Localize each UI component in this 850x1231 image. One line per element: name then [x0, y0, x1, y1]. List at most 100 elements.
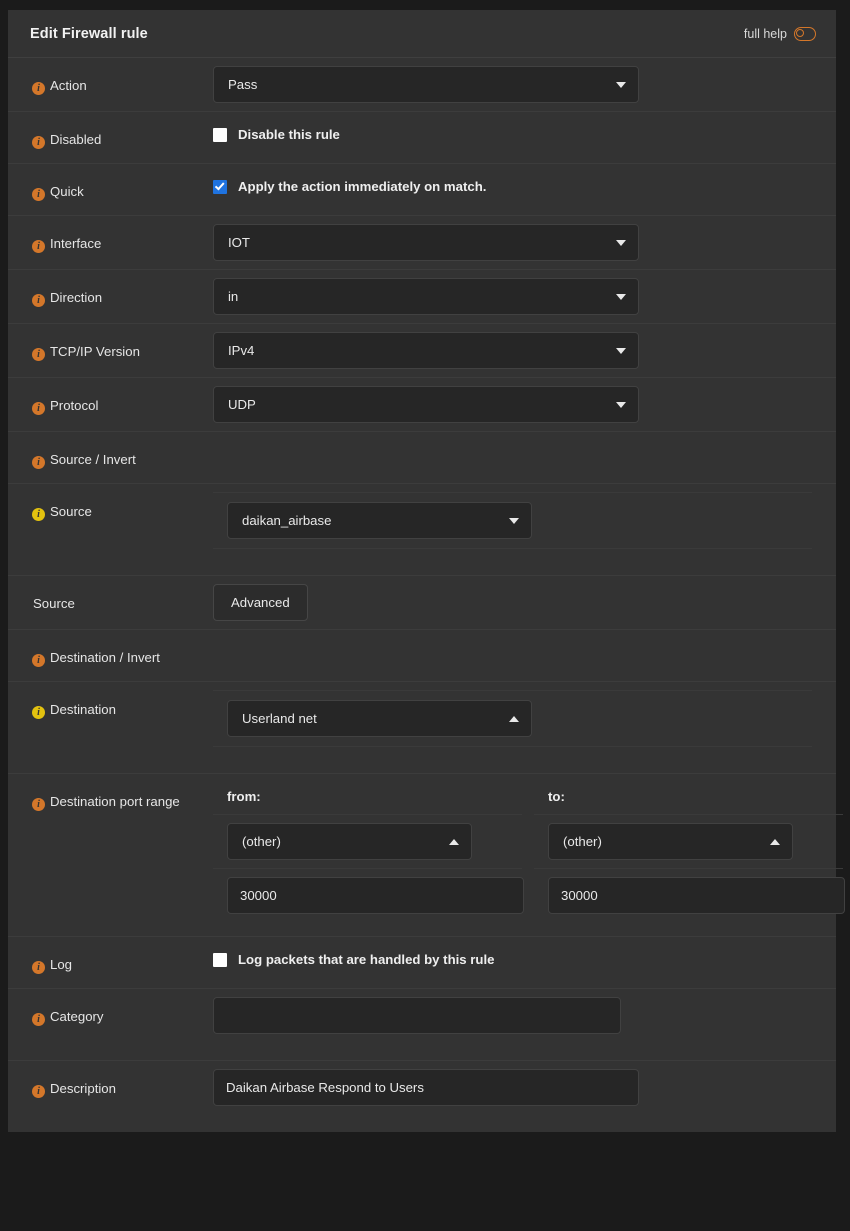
port-from-input[interactable]: 30000	[227, 877, 524, 914]
row-source-advanced: Source Advanced	[8, 576, 836, 630]
protocol-select[interactable]: UDP	[213, 386, 639, 423]
port-range-grid: from: (other) 30000 to: (other) 30000	[213, 782, 845, 918]
info-icon[interactable]: i	[32, 1013, 45, 1026]
label-quick-text: Quick	[50, 184, 84, 199]
label-source-invert-text: Source / Invert	[50, 452, 136, 467]
log-checkbox-label: Log packets that are handled by this rul…	[238, 952, 495, 967]
row-tcpip-version: i TCP/IP Version IPv4	[8, 324, 836, 378]
row-description: i Description Daikan Airbase Respond to U…	[8, 1061, 836, 1132]
chevron-up-icon	[449, 838, 459, 845]
row-source-invert: i Source / Invert	[8, 432, 836, 484]
field-destination: Userland net	[213, 682, 836, 773]
info-icon[interactable]: i	[32, 294, 45, 307]
field-tcpip-version: IPv4	[213, 324, 836, 377]
label-category: i Category	[8, 989, 213, 1038]
source-select-value: daikan_airbase	[242, 513, 332, 528]
quick-checkbox[interactable]	[213, 179, 227, 194]
port-from-select[interactable]: (other)	[227, 823, 472, 860]
chevron-down-icon	[616, 81, 626, 88]
category-input[interactable]	[213, 997, 621, 1034]
port-to-select[interactable]: (other)	[548, 823, 793, 860]
row-source: i Source daikan_airbase	[8, 484, 836, 576]
info-icon[interactable]: i	[32, 961, 45, 974]
edit-firewall-rule-panel: Edit Firewall rule full help i Action Pas…	[8, 10, 845, 1132]
field-action: Pass	[213, 58, 836, 111]
log-checkbox-row: Log packets that are handled by this rul…	[213, 945, 822, 967]
source-select[interactable]: daikan_airbase	[227, 502, 532, 539]
field-description: Daikan Airbase Respond to Users	[213, 1061, 836, 1132]
label-source-advanced: Source	[8, 576, 213, 625]
label-protocol: i Protocol	[8, 378, 213, 427]
destination-select-wrapper: Userland net	[213, 690, 812, 747]
row-disabled: i Disabled Disable this rule	[8, 112, 836, 164]
chevron-down-icon	[509, 517, 519, 524]
toggle-off-icon[interactable]	[794, 26, 816, 41]
disable-rule-checkbox-label: Disable this rule	[238, 127, 340, 142]
panel-header: Edit Firewall rule full help	[8, 10, 836, 58]
full-help-control[interactable]: full help	[743, 26, 816, 41]
label-destination-invert-text: Destination / Invert	[50, 650, 160, 665]
label-source: i Source	[8, 484, 213, 533]
label-tcpip-version: i TCP/IP Version	[8, 324, 213, 373]
row-destination: i Destination Userland net	[8, 682, 836, 774]
port-from-select-value: (other)	[242, 834, 281, 849]
chevron-down-icon	[616, 239, 626, 246]
port-from-input-wrapper: 30000	[213, 869, 524, 918]
info-icon[interactable]: i	[32, 348, 45, 361]
label-disabled-text: Disabled	[50, 132, 102, 147]
direction-select-value: in	[228, 289, 239, 304]
tcpip-version-select[interactable]: IPv4	[213, 332, 639, 369]
label-tcpip-version-text: TCP/IP Version	[50, 344, 140, 359]
port-from-select-wrapper: (other)	[213, 814, 522, 869]
quick-checkbox-row: Apply the action immediately on match.	[213, 172, 822, 194]
quick-checkbox-label: Apply the action immediately on match.	[238, 179, 487, 194]
info-icon[interactable]: i	[32, 402, 45, 415]
field-quick: Apply the action immediately on match.	[213, 164, 836, 202]
row-destination-invert: i Destination / Invert	[8, 630, 836, 682]
label-log: i Log	[8, 937, 213, 986]
info-icon[interactable]: i	[32, 508, 45, 521]
field-interface: IOT	[213, 216, 836, 269]
row-category: i Category	[8, 989, 836, 1061]
full-help-label: full help	[743, 26, 787, 41]
direction-select[interactable]: in	[213, 278, 639, 315]
page-title: Edit Firewall rule	[30, 25, 148, 42]
row-protocol: i Protocol UDP	[8, 378, 836, 432]
label-direction: i Direction	[8, 270, 213, 319]
info-icon[interactable]: i	[32, 82, 45, 95]
source-invert-checkbox-row	[213, 440, 822, 447]
info-icon[interactable]: i	[32, 798, 45, 811]
chevron-down-icon	[616, 347, 626, 354]
field-source: daikan_airbase	[213, 484, 836, 575]
port-range-from-column: from: (other) 30000	[213, 782, 524, 918]
tcpip-version-select-value: IPv4	[228, 343, 255, 358]
label-interface-text: Interface	[50, 236, 102, 251]
field-protocol: UDP	[213, 378, 836, 431]
chevron-up-icon	[770, 838, 780, 845]
info-icon[interactable]: i	[32, 188, 45, 201]
chevron-down-icon	[616, 293, 626, 300]
description-input[interactable]: Daikan Airbase Respond to Users	[213, 1069, 639, 1106]
action-select[interactable]: Pass	[213, 66, 639, 103]
info-icon[interactable]: i	[32, 136, 45, 149]
field-source-advanced: Advanced	[213, 576, 836, 629]
info-icon[interactable]: i	[32, 456, 45, 469]
chevron-up-icon	[509, 715, 519, 722]
source-advanced-button[interactable]: Advanced	[213, 584, 308, 621]
disable-rule-checkbox[interactable]	[213, 127, 227, 142]
info-icon[interactable]: i	[32, 1085, 45, 1098]
info-icon[interactable]: i	[32, 240, 45, 253]
interface-select[interactable]: IOT	[213, 224, 639, 261]
log-checkbox[interactable]	[213, 952, 227, 967]
port-to-input-wrapper: 30000	[534, 869, 845, 918]
info-icon[interactable]: i	[32, 706, 45, 719]
label-source-invert: i Source / Invert	[8, 432, 213, 481]
destination-invert-checkbox-row	[213, 638, 822, 645]
label-direction-text: Direction	[50, 290, 103, 305]
port-to-input[interactable]: 30000	[548, 877, 845, 914]
source-select-wrapper: daikan_airbase	[213, 492, 812, 549]
destination-select[interactable]: Userland net	[227, 700, 532, 737]
info-icon[interactable]: i	[32, 654, 45, 667]
destination-select-value: Userland net	[242, 711, 317, 726]
